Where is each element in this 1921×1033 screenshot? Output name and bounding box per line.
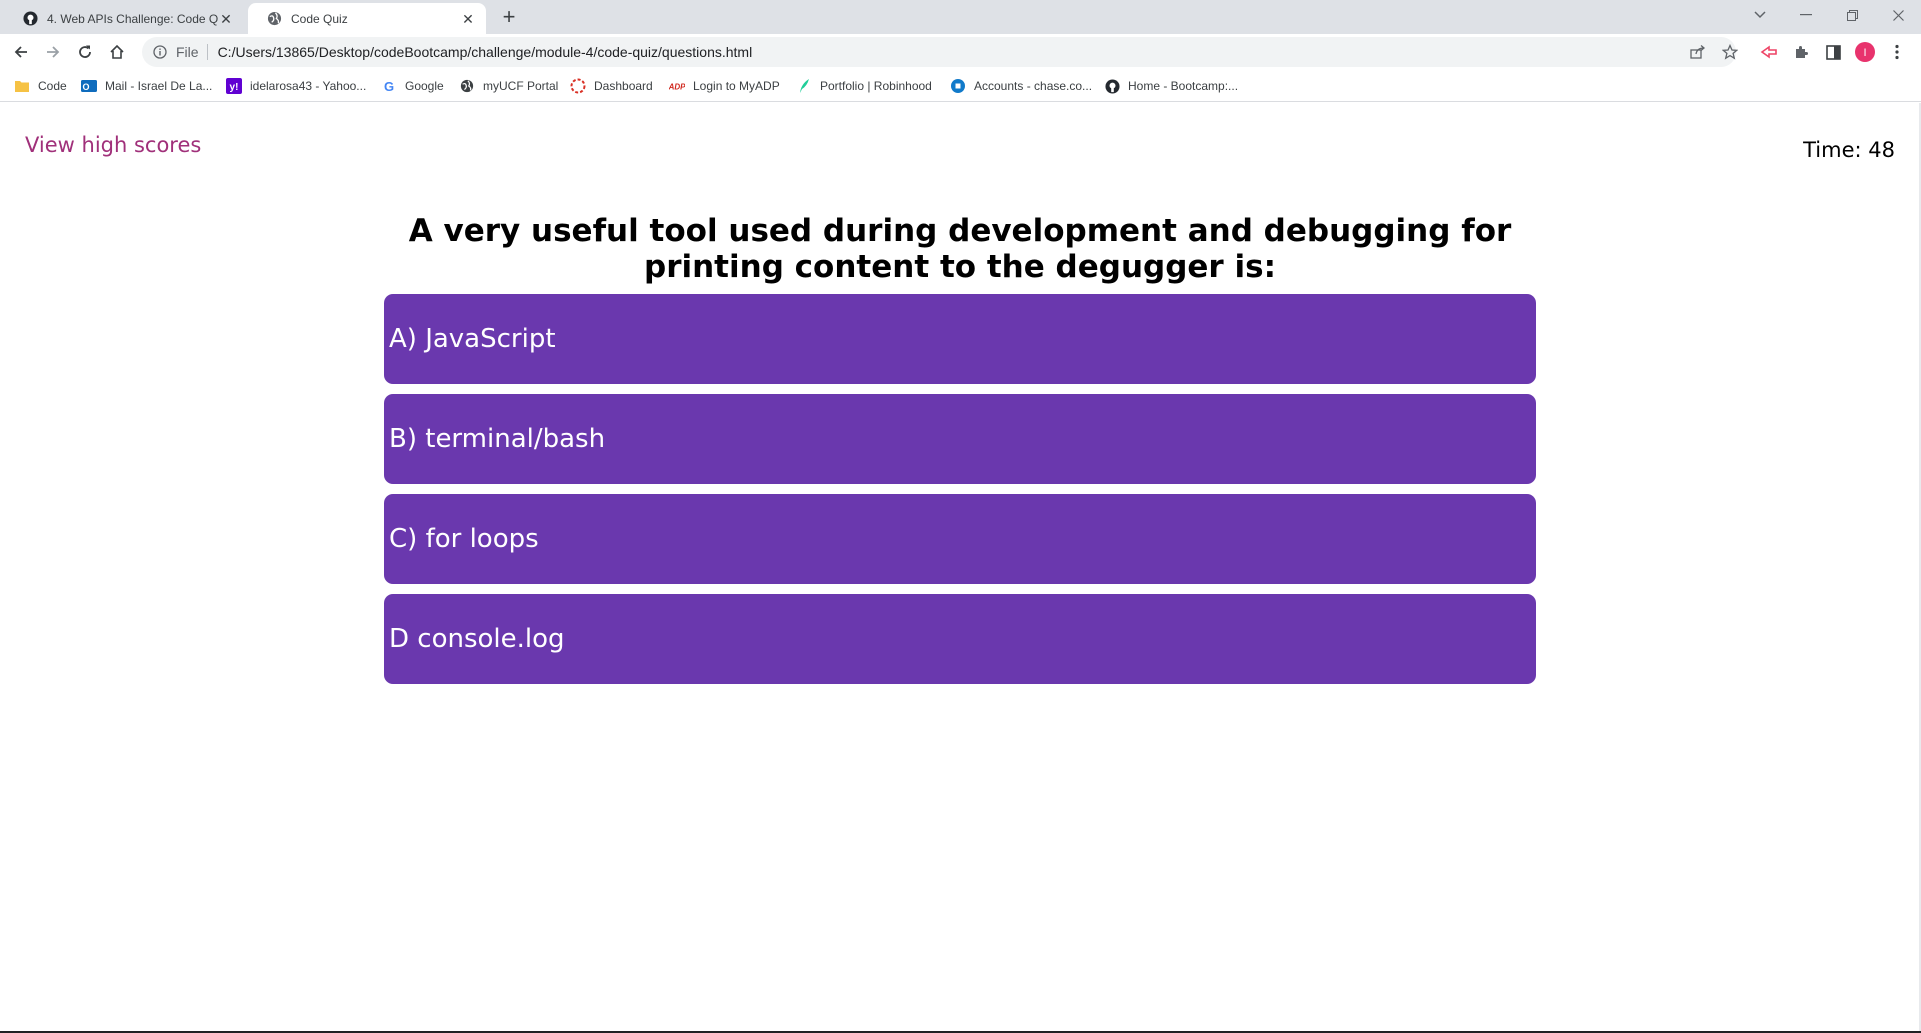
- close-tab-icon[interactable]: ✕: [460, 11, 476, 27]
- github-icon: [22, 11, 38, 27]
- answer-button-b[interactable]: B) terminal/bash: [384, 394, 1536, 484]
- timer-label: Time:: [1803, 138, 1869, 162]
- forward-arrow-icon[interactable]: [39, 38, 67, 66]
- bookmark-item[interactable]: y! idelarosa43 - Yahoo...: [226, 76, 366, 96]
- bookmark-label: Mail - Israel De La...: [105, 79, 213, 93]
- info-icon[interactable]: [152, 44, 168, 60]
- side-panel-icon[interactable]: [1819, 38, 1847, 66]
- close-window-icon[interactable]: [1875, 0, 1921, 30]
- puzzle-extensions-icon[interactable]: [1787, 38, 1815, 66]
- bookmark-label: Login to MyADP: [693, 79, 780, 93]
- yahoo-icon: y!: [226, 78, 242, 94]
- bookmark-item[interactable]: Code: [14, 76, 67, 96]
- dashboard-icon: [570, 78, 586, 94]
- bookmark-item[interactable]: myUCF Portal: [459, 76, 558, 96]
- tab-strip: 4. Web APIs Challenge: Code Qui ✕ Code Q…: [0, 0, 1921, 34]
- profile-avatar[interactable]: I: [1851, 38, 1879, 66]
- extension-icon[interactable]: [1755, 38, 1783, 66]
- url-scheme-label: File: [176, 44, 199, 60]
- bookmark-item[interactable]: O Mail - Israel De La...: [81, 76, 212, 96]
- answer-button-a[interactable]: A) JavaScript: [384, 294, 1536, 384]
- tab-search-icon[interactable]: [1737, 0, 1783, 30]
- tab-code-quiz[interactable]: Code Quiz ✕: [248, 3, 486, 34]
- adp-icon: ADP: [669, 78, 685, 94]
- bookmark-label: Portfolio | Robinhood: [820, 79, 932, 93]
- svg-text:O: O: [82, 82, 89, 92]
- back-arrow-icon[interactable]: [7, 38, 35, 66]
- svg-text:ADP: ADP: [669, 83, 685, 91]
- url-text[interactable]: C:/Users/13865/Desktop/codeBootcamp/chal…: [218, 44, 753, 60]
- timer-value: 48: [1868, 138, 1895, 162]
- question-title: A very useful tool used during developme…: [408, 213, 1512, 285]
- bookmark-item[interactable]: Portfolio | Robinhood: [796, 76, 932, 96]
- bookmark-item[interactable]: Dashboard: [570, 76, 653, 96]
- url-separator: [206, 44, 208, 60]
- answer-list: A) JavaScript B) terminal/bash C) for lo…: [384, 294, 1536, 694]
- bookmark-item[interactable]: ADP Login to MyADP: [669, 76, 780, 96]
- bookmark-item[interactable]: G Google: [381, 76, 444, 96]
- globe-icon: [459, 78, 475, 94]
- bookmark-label: idelarosa43 - Yahoo...: [250, 79, 367, 93]
- globe-icon: [266, 11, 282, 27]
- quiz-page: View high scores Time: 48 A very useful …: [0, 103, 1921, 1033]
- view-high-scores-link[interactable]: View high scores: [25, 133, 201, 157]
- robinhood-icon: [796, 78, 812, 94]
- bookmark-label: Dashboard: [594, 79, 653, 93]
- address-bar[interactable]: File C:/Users/13865/Desktop/codeBootcamp…: [142, 37, 1736, 67]
- minimize-icon[interactable]: [1783, 0, 1829, 30]
- answer-button-d[interactable]: D console.log: [384, 594, 1536, 684]
- bookmark-label: Home - Bootcamp:...: [1128, 79, 1239, 93]
- menu-kebab-icon[interactable]: [1883, 38, 1911, 66]
- bookmark-label: myUCF Portal: [483, 79, 559, 93]
- answer-button-c[interactable]: C) for loops: [384, 494, 1536, 584]
- outlook-icon: O: [81, 78, 97, 94]
- svg-text:G: G: [384, 79, 394, 93]
- tab-web-apis-challenge[interactable]: 4. Web APIs Challenge: Code Qui ✕: [4, 3, 244, 34]
- svg-text:y!: y!: [230, 82, 239, 93]
- github-icon: [1104, 78, 1120, 94]
- bookmark-label: Accounts - chase.co...: [974, 79, 1093, 93]
- google-icon: G: [381, 78, 397, 94]
- bookmark-label: Code: [38, 79, 67, 93]
- new-tab-button[interactable]: +: [497, 6, 521, 30]
- bookmark-item[interactable]: Accounts - chase.co...: [950, 76, 1092, 96]
- tab-title: Code Quiz: [291, 11, 348, 26]
- home-icon[interactable]: [103, 38, 131, 66]
- bookmark-label: Google: [405, 79, 444, 93]
- browser-toolbar: File C:/Users/13865/Desktop/codeBootcamp…: [0, 34, 1921, 70]
- close-tab-icon[interactable]: ✕: [218, 11, 234, 27]
- reload-icon[interactable]: [71, 38, 99, 66]
- profile-initial: I: [1863, 47, 1866, 59]
- timer: Time: 48: [1803, 138, 1895, 162]
- share-icon[interactable]: [1684, 38, 1712, 66]
- folder-icon: [14, 78, 30, 94]
- bookmark-item[interactable]: Home - Bootcamp:...: [1104, 76, 1238, 96]
- restore-icon[interactable]: [1829, 0, 1875, 30]
- chase-icon: [950, 78, 966, 94]
- bookmarks-bar: Code O Mail - Israel De La... y! idelaro…: [0, 70, 1921, 102]
- tab-title: 4. Web APIs Challenge: Code Qui: [47, 11, 218, 26]
- bookmark-star-icon[interactable]: [1716, 38, 1744, 66]
